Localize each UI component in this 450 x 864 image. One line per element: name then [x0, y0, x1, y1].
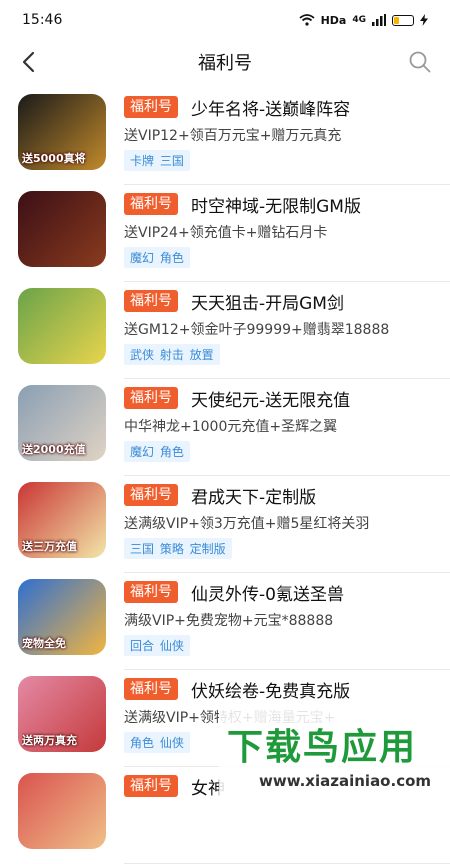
thumbnail-caption: 送2000充值 — [22, 443, 86, 456]
game-description: 送VIP12+领百万元宝+赠万元真充 — [124, 128, 342, 144]
genre-chip-text: 三国 策略 定制版 — [124, 538, 232, 559]
watermark-brand: 下载鸟应用 — [227, 727, 418, 768]
game-description: 送满级VIP+领3万充值+赠5星红将关羽 — [124, 516, 370, 532]
genre-chips: 武侠 射击 放置 — [124, 344, 220, 365]
game-thumbnail[interactable]: 送5000真将 — [18, 94, 106, 170]
game-thumbnail[interactable]: 送三万充值 — [18, 482, 106, 558]
welfare-tag: 福利号 — [124, 775, 178, 797]
game-title: 仙灵外传-0氪送圣兽 — [191, 585, 344, 605]
welfare-tag: 福利号 — [124, 581, 178, 603]
genre-chip-text: 魔幻 角色 — [124, 441, 190, 462]
watermark-overlay: 下载鸟应用 www.xiazainiao.com — [219, 708, 450, 800]
game-title: 少年名将-送巅峰阵容 — [191, 100, 351, 120]
network-label: HDa — [320, 13, 347, 27]
welfare-tag: 福利号 — [124, 193, 178, 215]
genre-chips: 角色 仙侠 — [124, 732, 190, 753]
game-thumbnail[interactable] — [18, 191, 106, 267]
page-title: 福利号 — [198, 53, 252, 74]
genre-chips: 魔幻 角色 — [124, 247, 190, 268]
game-thumbnail[interactable]: 送两万真充 — [18, 676, 106, 752]
game-description: 中华神龙+1000元充值+圣辉之翼 — [124, 419, 338, 435]
welfare-tag: 福利号 — [124, 387, 178, 409]
welfare-tag: 福利号 — [124, 96, 178, 118]
welfare-tag: 福利号 — [124, 290, 178, 312]
game-thumbnail[interactable] — [18, 773, 106, 849]
signal-icon — [372, 14, 386, 26]
battery-icon — [392, 14, 414, 26]
game-title: 时空神域-无限制GM版 — [191, 197, 361, 217]
genre-chips: 回合 仙侠 — [124, 635, 190, 656]
thumbnail-caption: 宠物全免 — [22, 637, 66, 650]
list-item[interactable]: 福利号 时空神域-无限制GM版 送VIP24+领充值卡+赠钻石月卡 魔幻 角色 — [0, 185, 450, 282]
back-button[interactable] — [12, 46, 44, 78]
nav-bar: 福利号 — [0, 40, 450, 84]
search-icon — [409, 51, 431, 73]
game-thumbnail[interactable]: 送2000充值 — [18, 385, 106, 461]
list-item[interactable]: 送三万充值 福利号 君成天下-定制版 送满级VIP+领3万充值+赠5星红将关羽 … — [0, 476, 450, 573]
watermark-url: www.xiazainiao.com — [259, 772, 432, 790]
list-item[interactable]: 福利号 天天狙击-开局GM剑 送GM12+领金叶子99999+赠翡翠18888 … — [0, 282, 450, 379]
search-button[interactable] — [404, 46, 436, 78]
game-title: 君成天下-定制版 — [191, 488, 317, 508]
genre-chip-text: 角色 仙侠 — [124, 732, 190, 753]
game-thumbnail[interactable]: 宠物全免 — [18, 579, 106, 655]
genre-chip-text: 魔幻 角色 — [124, 247, 190, 268]
game-title: 天使纪元-送无限充值 — [191, 391, 351, 411]
game-description: 满级VIP+免费宠物+元宝*88888 — [124, 613, 334, 629]
genre-chips: 卡牌 三国 — [124, 150, 190, 171]
status-time: 15:46 — [22, 12, 63, 28]
game-title: 伏妖绘卷-免费真充版 — [191, 682, 351, 702]
genre-chip-text: 卡牌 三国 — [124, 150, 190, 171]
game-thumbnail[interactable] — [18, 288, 106, 364]
signal-label: 4G — [352, 15, 366, 25]
genre-chip-text: 回合 仙侠 — [124, 635, 190, 656]
status-icons: HDa 4G — [298, 13, 428, 27]
game-description: 送GM12+领金叶子99999+赠翡翠18888 — [124, 322, 390, 338]
genre-chips: 三国 策略 定制版 — [124, 538, 232, 559]
welfare-tag: 福利号 — [124, 678, 178, 700]
genre-chip-text: 武侠 射击 放置 — [124, 344, 220, 365]
thumbnail-caption: 送5000真将 — [22, 152, 86, 165]
thumbnail-caption: 送三万充值 — [22, 540, 77, 553]
game-description: 送VIP24+领充值卡+赠钻石月卡 — [124, 225, 328, 241]
list-item[interactable]: 送2000充值 福利号 天使纪元-送无限充值 中华神龙+1000元充值+圣辉之翼… — [0, 379, 450, 476]
thumbnail-caption: 送两万真充 — [22, 734, 77, 747]
charging-icon — [420, 14, 428, 26]
chevron-left-icon — [22, 51, 35, 73]
wifi-icon — [298, 14, 315, 26]
genre-chips: 魔幻 角色 — [124, 441, 190, 462]
welfare-tag: 福利号 — [124, 484, 178, 506]
list-item[interactable]: 宠物全免 福利号 仙灵外传-0氪送圣兽 满级VIP+免费宠物+元宝*88888 … — [0, 573, 450, 670]
game-title: 天天狙击-开局GM剑 — [191, 294, 344, 314]
list-item[interactable]: 送5000真将 福利号 少年名将-送巅峰阵容 送VIP12+领百万元宝+赠万元真… — [0, 88, 450, 185]
status-bar: 15:46 HDa 4G — [0, 0, 450, 40]
